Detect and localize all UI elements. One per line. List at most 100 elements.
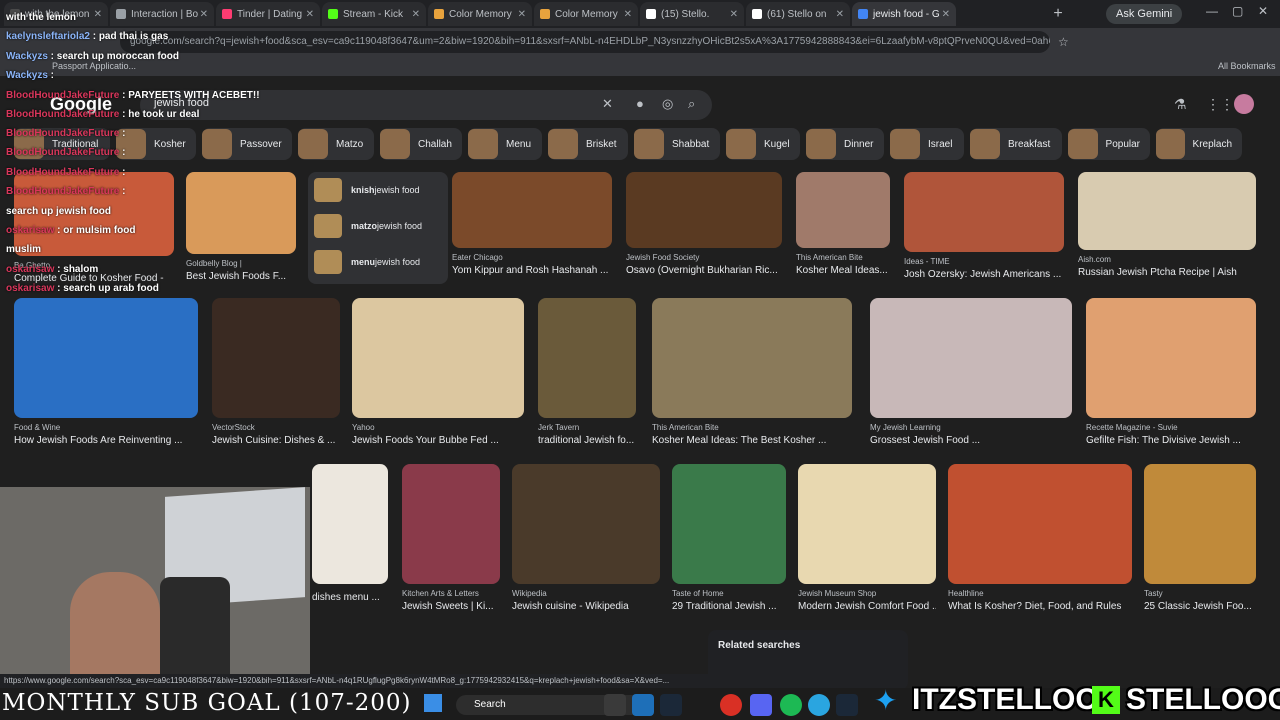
result-title[interactable]: What Is Kosher? Diet, Food, and Rules [948,601,1132,612]
chip-challah[interactable]: Challah [380,128,462,160]
clear-icon[interactable]: ✕ [602,96,613,112]
search-icon[interactable]: ⌕ [688,96,695,112]
image-result[interactable]: Taste of Home 29 Traditional Jewish ... [672,464,786,612]
image-result[interactable]: Tasty 25 Classic Jewish Foo... [1144,464,1256,612]
result-title[interactable]: Complete Guide to Kosher Food - [14,273,174,284]
chrome-icon[interactable] [720,694,742,716]
result-thumbnail[interactable] [402,464,500,584]
tab-close-icon[interactable]: ✕ [730,9,738,20]
result-thumbnail[interactable] [1144,464,1256,584]
result-source[interactable]: My Jewish Learning [870,423,1072,432]
new-tab-button[interactable]: + [1048,4,1068,24]
browser-tab[interactable]: Stream - Kick ✕ [322,2,426,26]
result-title[interactable]: Jewish Sweets | Ki... [402,601,500,612]
tab-close-icon[interactable]: ✕ [942,9,950,20]
image-result[interactable]: Recette Magazine - Suvie Gefilte Fish: Th… [1086,298,1256,446]
result-source[interactable]: VectorStock [212,423,340,432]
spotify-icon[interactable] [780,694,802,716]
browser-tab[interactable]: Color Memory ✕ [428,2,532,26]
result-source[interactable]: Jewish Food Society [626,253,782,262]
image-result[interactable]: Jewish Museum Shop Modern Jewish Comfort … [798,464,936,612]
result-title[interactable]: Modern Jewish Comfort Food ... [798,601,936,612]
chip-traditional[interactable]: Traditional [14,128,110,160]
bookmark-item[interactable]: Passport Applicatio... [52,61,136,71]
all-bookmarks-button[interactable]: All Bookmarks [1218,61,1276,71]
result-thumbnail[interactable] [796,172,890,248]
result-thumbnail[interactable] [948,464,1132,584]
result-title[interactable]: Jewish Cuisine: Dishes & ... [212,435,340,446]
browser-tab[interactable]: Color Memory ✕ [534,2,638,26]
chip-kreplach[interactable]: Kreplach [1156,128,1242,160]
result-source[interactable]: This American Bite [652,423,852,432]
result-thumbnail[interactable] [452,172,612,248]
result-source[interactable]: Ideas - TIME [904,257,1064,266]
result-thumbnail[interactable] [352,298,524,418]
search-box[interactable]: jewish food ✕ ● ◎ ⌕ [140,90,712,120]
chip-shabbat[interactable]: Shabbat [634,128,720,160]
address-bar[interactable]: google.com/search?q=jewish+food&sca_esv=… [120,31,1050,53]
browser-tab[interactable]: (15) Stello. ✕ [640,2,744,26]
browser-tab[interactable]: with the lemon ✕ [4,2,108,26]
result-source[interactable]: Kitchen Arts & Letters [402,589,500,598]
maximize-icon[interactable]: ▢ [1232,4,1243,18]
result-title[interactable]: Jewish cuisine - Wikipedia [512,601,660,612]
chip-israel[interactable]: Israel [890,128,964,160]
google-logo[interactable]: Google [50,94,112,115]
apps-icon[interactable]: ⋮⋮ [1206,96,1234,113]
search-input[interactable]: jewish food [154,97,209,109]
browser-tab[interactable]: Tinder | Dating ✕ [216,2,320,26]
result-thumbnail[interactable] [870,298,1072,418]
browser-tab[interactable]: (61) Stello on ✕ [746,2,850,26]
tab-close-icon[interactable]: ✕ [306,9,314,20]
windows-start-icon[interactable] [424,694,442,712]
result-thumbnail[interactable] [212,298,340,418]
result-title[interactable]: Gefilte Fish: The Divisive Jewish ... [1086,435,1256,446]
result-title[interactable]: traditional Jewish fo... [538,435,636,446]
account-avatar[interactable] [1234,94,1254,114]
result-thumbnail[interactable] [798,464,936,584]
suggestion-item[interactable]: matzo jewish food [308,208,448,244]
result-title[interactable]: 25 Classic Jewish Foo... [1144,601,1256,612]
result-thumbnail[interactable] [512,464,660,584]
steam-tray-icon[interactable] [836,694,858,716]
result-source[interactable]: Aish.com [1078,255,1256,264]
result-title[interactable]: Kosher Meal Ideas... [796,265,890,276]
image-result[interactable]: Food & Wine How Jewish Foods Are Reinvent… [14,298,198,446]
chip-passover[interactable]: Passover [202,128,292,160]
image-result[interactable]: VectorStock Jewish Cuisine: Dishes & ... [212,298,340,446]
result-source[interactable]: Recette Magazine - Suvie [1086,423,1256,432]
chip-breakfast[interactable]: Breakfast [970,128,1062,160]
result-title[interactable]: Jewish Foods Your Bubbe Fed ... [352,435,524,446]
result-title[interactable]: Yom Kippur and Rosh Hashanah ... [452,265,612,276]
result-source[interactable]: Eater Chicago [452,253,612,262]
result-source[interactable]: Wikipedia [512,589,660,598]
image-result[interactable]: Aish.com Russian Jewish Ptcha Recipe | Ai… [1078,172,1256,278]
image-result[interactable]: This American Bite Kosher Meal Ideas... [796,172,890,276]
minimize-icon[interactable]: — [1206,4,1218,18]
result-source[interactable]: Jewish Museum Shop [798,589,936,598]
chip-brisket[interactable]: Brisket [548,128,628,160]
result-source[interactable]: Food & Wine [14,423,198,432]
result-source[interactable]: Jerk Tavern [538,423,636,432]
result-thumbnail[interactable] [904,172,1064,252]
result-source[interactable]: Goldbelly Blog | [186,259,296,268]
labs-icon[interactable]: ⚗ [1174,96,1187,113]
image-result[interactable]: Eater Chicago Yom Kippur and Rosh Hashana… [452,172,612,276]
chip-popular[interactable]: Popular [1068,128,1150,160]
steam-icon[interactable] [660,694,682,716]
tab-close-icon[interactable]: ✕ [624,9,632,20]
image-result[interactable]: Jewish Food Society Osavo (Overnight Bukh… [626,172,782,276]
result-title[interactable]: Grossest Jewish Food ... [870,435,1072,446]
result-thumbnail[interactable] [1078,172,1256,250]
image-result[interactable]: Jerk Tavern traditional Jewish fo... [538,298,636,446]
result-title[interactable]: Josh Ozersky: Jewish Americans ... [904,269,1064,280]
image-result[interactable]: Goldbelly Blog | Best Jewish Foods F... [186,172,296,282]
browser-tab[interactable]: Interaction | Bo ✕ [110,2,214,26]
result-title[interactable]: dishes menu ... [312,592,388,603]
result-source[interactable]: Tasty [1144,589,1256,598]
result-title[interactable]: Russian Jewish Ptcha Recipe | Aish [1078,267,1256,278]
result-thumbnail[interactable] [1086,298,1256,418]
chip-dinner[interactable]: Dinner [806,128,884,160]
image-result[interactable]: Ba Ghetto Complete Guide to Kosher Food - [14,172,174,284]
result-thumbnail[interactable] [626,172,782,248]
